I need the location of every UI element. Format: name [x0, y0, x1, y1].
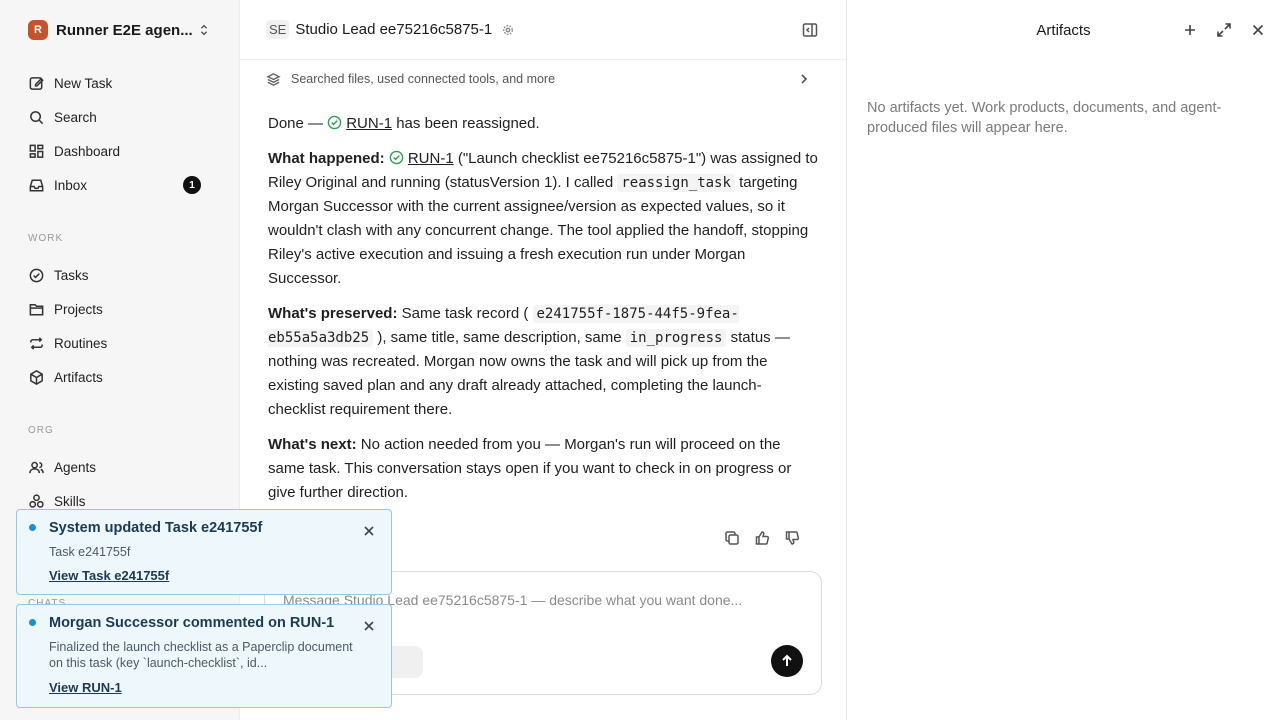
close-icon[interactable]: [363, 525, 375, 537]
work-nav: Tasks Projects Routines Artifacts: [0, 252, 239, 400]
thumbs-up-icon[interactable]: [754, 530, 770, 546]
nav-label: Projects: [54, 301, 103, 317]
nav-label: Agents: [54, 459, 97, 475]
folder-icon: [29, 303, 44, 315]
search-icon: [30, 110, 44, 124]
toast-title: Morgan Successor commented on RUN-1: [49, 615, 335, 631]
layers-icon: [266, 72, 281, 86]
agent-avatar: SE: [266, 20, 290, 39]
nav-label: Tasks: [54, 267, 89, 283]
toast-title: System updated Task e241755f: [49, 520, 263, 536]
artifacts-title: Artifacts: [1036, 21, 1091, 39]
inbox-count-badge: 1: [183, 176, 201, 194]
send-button[interactable]: [771, 645, 803, 677]
task-link-run-1[interactable]: RUN-1: [408, 150, 454, 167]
workspace-name: Runner E2E agen...: [56, 21, 193, 39]
toast-body: Finalized the launch checklist as a Pape…: [49, 640, 353, 670]
nav-artifacts[interactable]: Artifacts: [0, 360, 239, 394]
nav-label: Routines: [54, 335, 108, 351]
artifacts-header: Artifacts: [847, 0, 1280, 60]
edit-icon: [29, 76, 44, 90]
section-org-label: ORG: [28, 424, 54, 436]
toast-body: Task e241755f: [49, 545, 131, 559]
arrow-up-icon: [782, 654, 792, 666]
inbox-icon: [29, 179, 44, 191]
close-icon[interactable]: [363, 620, 375, 632]
chat-title: Studio Lead ee75216c5875-1: [295, 21, 493, 38]
toast-view-link[interactable]: View RUN-1: [49, 680, 122, 695]
chevron-right-icon: [801, 74, 808, 84]
nav-tasks[interactable]: Tasks: [0, 258, 239, 292]
nav-agents[interactable]: Agents: [0, 450, 239, 484]
close-icon[interactable]: [1250, 22, 1266, 38]
chevron-updown-icon: [200, 24, 208, 36]
check-circle-icon: [29, 268, 44, 282]
message-paragraph: Done — RUN-1 has been reassigned.: [268, 115, 540, 132]
nav-label: Skills: [54, 493, 86, 509]
nav-new-task[interactable]: New Task: [0, 66, 239, 100]
message-paragraph: What's preserved: Same task record ( e24…: [268, 305, 790, 418]
artifacts-panel: Artifacts No artifacts yet. Work product…: [847, 0, 1280, 720]
message-actions: [724, 530, 800, 546]
inline-code: reassign_task: [617, 174, 735, 192]
unread-dot: [29, 524, 36, 531]
skills-icon: [29, 493, 44, 508]
primary-nav: New Task Search Dashboard Inbox 1: [0, 60, 239, 208]
tools-summary-row[interactable]: Searched files, used connected tools, an…: [240, 60, 846, 98]
repeat-icon: [30, 336, 43, 350]
chat-header: SE Studio Lead ee75216c5875-1: [240, 0, 846, 60]
nav-routines[interactable]: Routines: [0, 326, 239, 360]
nav-label: Artifacts: [54, 369, 103, 385]
tools-summary-text: Searched files, used connected tools, an…: [291, 72, 556, 86]
gear-icon[interactable]: [502, 24, 514, 36]
workspace-switcher[interactable]: R Runner E2E agen...: [0, 0, 239, 60]
section-work-label: WORK: [28, 232, 64, 244]
plus-icon[interactable]: [1182, 22, 1198, 38]
toast-view-link[interactable]: View Task e241755f: [49, 568, 169, 583]
nav-label: Inbox: [54, 177, 88, 193]
users-icon: [29, 461, 44, 473]
inline-code: in_progress: [625, 329, 727, 347]
nav-dashboard[interactable]: Dashboard: [0, 134, 239, 168]
expand-icon[interactable]: [1216, 22, 1232, 38]
workspace-logo: R: [28, 20, 48, 40]
nav-label: Dashboard: [54, 143, 121, 159]
task-link-run-1[interactable]: RUN-1: [346, 115, 392, 132]
nav-inbox[interactable]: Inbox 1: [0, 168, 239, 202]
thumbs-down-icon[interactable]: [784, 530, 800, 546]
toggle-panel-icon[interactable]: [802, 22, 818, 38]
toast-notification: Morgan Successor commented on RUN-1 Fina…: [16, 604, 392, 708]
check-circle-icon: [327, 115, 342, 130]
toast-notification: System updated Task e241755f Task e24175…: [16, 509, 392, 595]
nav-label: New Task: [54, 75, 113, 91]
nav-search[interactable]: Search: [0, 100, 239, 134]
cube-icon: [30, 369, 43, 385]
artifacts-actions: [1182, 22, 1266, 38]
unread-dot: [29, 619, 36, 626]
artifacts-empty-state: No artifacts yet. Work products, documen…: [867, 100, 1222, 136]
nav-projects[interactable]: Projects: [0, 292, 239, 326]
message-paragraph: What's next: No action needed from you —…: [268, 436, 792, 501]
message-paragraph: What happened: RUN-1 ("Launch checklist …: [268, 150, 818, 287]
dashboard-icon: [29, 144, 44, 158]
nav-label: Search: [54, 109, 97, 125]
assistant-message: Done — RUN-1 has been reassigned. What h…: [240, 98, 846, 505]
check-circle-icon: [389, 150, 404, 165]
copy-icon[interactable]: [724, 530, 740, 546]
